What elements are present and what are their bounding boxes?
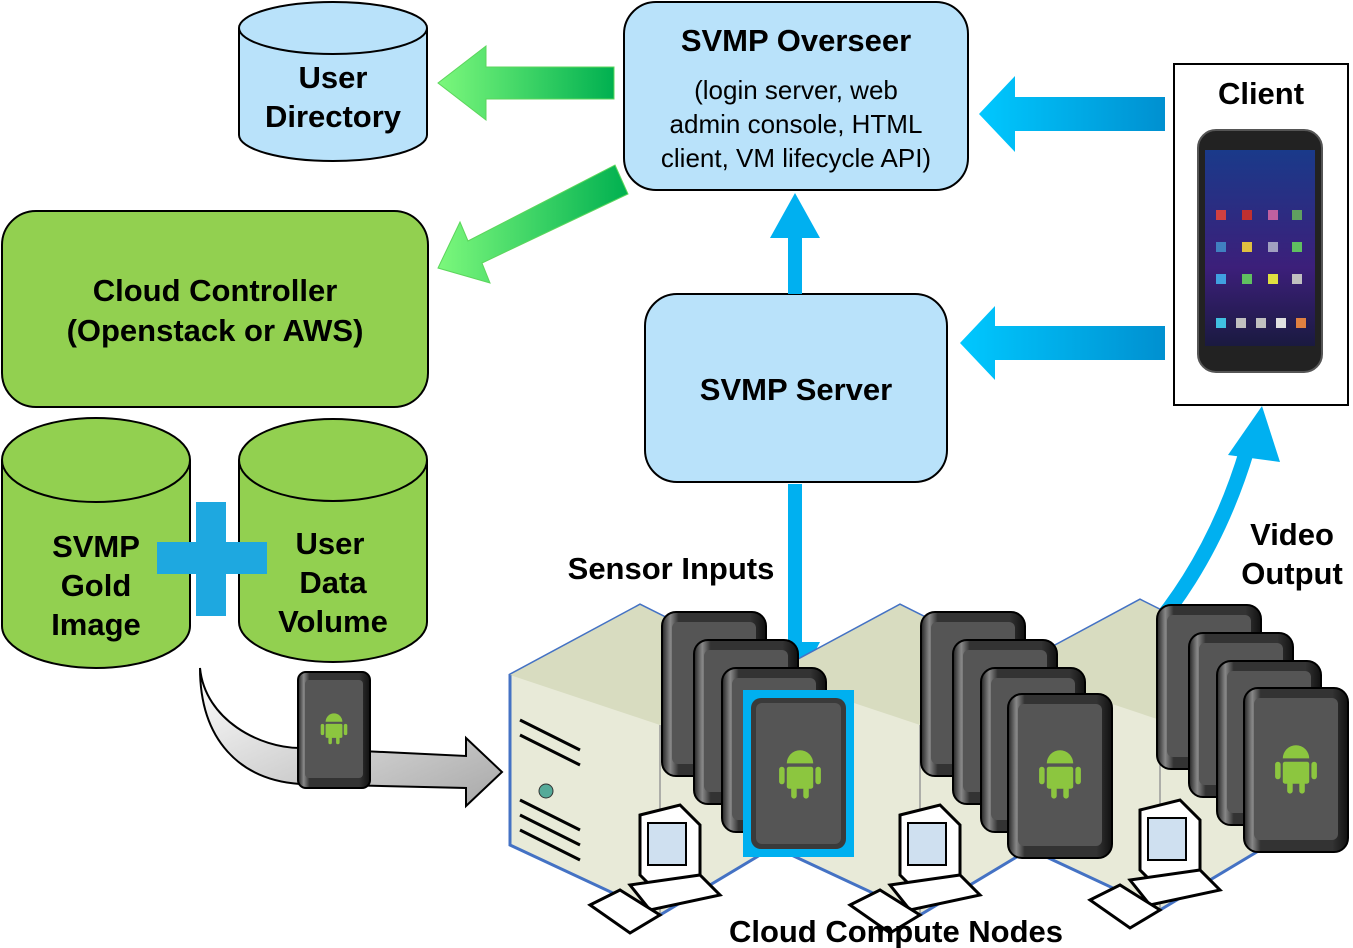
virtual-phone xyxy=(1243,687,1349,853)
gold-image-label-3: Image xyxy=(51,607,141,642)
svmp-server-label: SVMP Server xyxy=(700,372,892,407)
video-output-label-2: Output xyxy=(1241,556,1343,591)
overseer-desc-1: (login server, web xyxy=(694,75,898,105)
virtual-phone xyxy=(1007,693,1113,859)
smartphone-image xyxy=(1197,129,1323,373)
cloud-compute-nodes xyxy=(508,598,1349,935)
arrow-server-to-overseer xyxy=(770,193,820,294)
user-data-volume-cylinder: User Data Volume xyxy=(238,418,428,663)
client-box: Client xyxy=(1173,63,1349,406)
arrow-client-to-overseer xyxy=(979,76,1165,152)
overseer-desc-3: client, VM lifecycle API) xyxy=(661,143,931,173)
user-data-volume-label-1: User xyxy=(296,526,365,561)
cloud-controller-label-2: (Openstack or AWS) xyxy=(67,313,364,348)
client-label: Client xyxy=(1218,76,1304,111)
cloud-controller-label-1: Cloud Controller xyxy=(93,273,338,308)
highlighted-virtual-phone xyxy=(743,690,854,857)
user-data-volume-label-2: Data xyxy=(299,565,367,600)
video-output-label-1: Video xyxy=(1250,517,1334,552)
gold-image-label-2: Gold xyxy=(61,568,132,603)
cloud-compute-nodes-label: Cloud Compute Nodes xyxy=(729,914,1063,948)
arrow-overseer-to-cloud-controller xyxy=(437,164,629,284)
arrow-overseer-to-user-directory xyxy=(437,44,615,122)
gold-image-label-1: SVMP xyxy=(52,529,140,564)
user-directory-label-2: Directory xyxy=(265,99,402,134)
user-directory-cylinder: User Directory xyxy=(238,1,428,162)
cloud-controller-box: Cloud Controller (Openstack or AWS) xyxy=(1,210,429,408)
sensor-inputs-label: Sensor Inputs xyxy=(568,551,775,586)
overseer-desc-2: admin console, HTML xyxy=(670,109,923,139)
arrow-client-to-svmp-server xyxy=(960,306,1165,380)
user-data-volume-label-3: Volume xyxy=(278,604,388,639)
virtual-phone-image xyxy=(297,671,371,789)
user-directory-label-1: User xyxy=(299,60,368,95)
svmp-overseer-box: SVMP Overseer (login server, web admin c… xyxy=(623,1,969,191)
svmp-architecture-diagram: User Directory SVMP Gold Image User Data… xyxy=(0,1,1349,948)
overseer-title: SVMP Overseer xyxy=(681,23,911,58)
svmp-server-box: SVMP Server xyxy=(644,293,948,483)
